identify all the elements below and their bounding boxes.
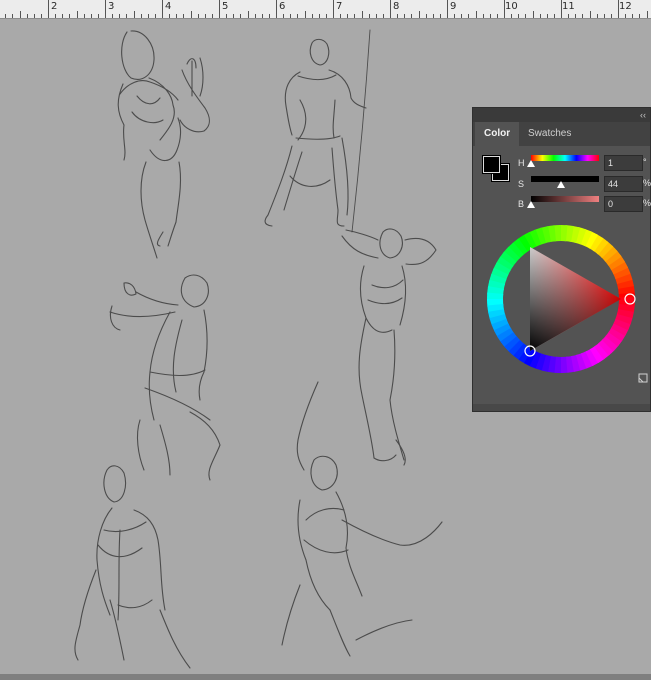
ruler-label: 5: [222, 1, 229, 12]
ruler-label: 3: [108, 1, 115, 12]
ruler-label: 2: [51, 1, 58, 12]
ruler-label: 6: [279, 1, 286, 12]
sketch-figure-2: [264, 29, 371, 233]
ruler-label: 9: [450, 1, 457, 12]
panel-bottom-strip: [473, 404, 650, 411]
sketch-figure-6: [281, 381, 443, 657]
ruler-ticks: [5, 0, 648, 18]
canvas-bottom-edge: [0, 674, 651, 680]
sketch-figure-5: [74, 465, 191, 669]
sketch-figure-3: [109, 274, 221, 481]
saturation-slider[interactable]: [531, 176, 599, 188]
sketch-figure-4: [341, 228, 437, 466]
horizontal-ruler[interactable]: 2 3 4 5 6 7 8 9 10 11 12: [0, 0, 651, 19]
hue-slider[interactable]: [527, 155, 599, 167]
brightness-slider[interactable]: [527, 196, 599, 208]
sketch-figure-1: [117, 30, 210, 259]
saturation-value-field[interactable]: 44: [604, 176, 643, 192]
brightness-value-field[interactable]: 0: [604, 196, 643, 212]
panel-options-icon[interactable]: [638, 373, 648, 383]
ruler-label: 8: [393, 1, 400, 12]
ruler-label: 11: [562, 1, 575, 12]
brightness-label: B: [518, 199, 525, 209]
ruler-label: 7: [336, 1, 343, 12]
brightness-unit: %: [643, 198, 651, 208]
hue-slider-thumb[interactable]: [527, 160, 535, 167]
saturation-label: S: [518, 179, 525, 189]
brightness-slider-thumb[interactable]: [527, 201, 535, 208]
ruler-label: 4: [165, 1, 172, 12]
color-panel[interactable]: ‹‹ Color Swatches H 1 ° S 44 % B 0 %: [472, 107, 651, 412]
tab-swatches[interactable]: Swatches: [519, 122, 580, 146]
color-wheel[interactable]: [483, 221, 639, 382]
hue-label: H: [518, 158, 525, 168]
foreground-color-swatch[interactable]: [483, 156, 500, 173]
ruler-label: 12: [619, 1, 632, 12]
ruler-label: 10: [505, 1, 518, 12]
hue-value-field[interactable]: 1: [604, 155, 643, 171]
hue-unit: °: [643, 157, 647, 167]
tab-color[interactable]: Color: [475, 122, 520, 146]
panel-titlebar[interactable]: ‹‹: [473, 108, 650, 122]
panel-tab-bar: Color Swatches: [473, 122, 650, 146]
collapse-panel-icon[interactable]: ‹‹: [640, 108, 646, 122]
saturation-unit: %: [643, 178, 651, 188]
saturation-slider-thumb[interactable]: [556, 181, 565, 188]
color-wheel-icon: [487, 225, 636, 373]
